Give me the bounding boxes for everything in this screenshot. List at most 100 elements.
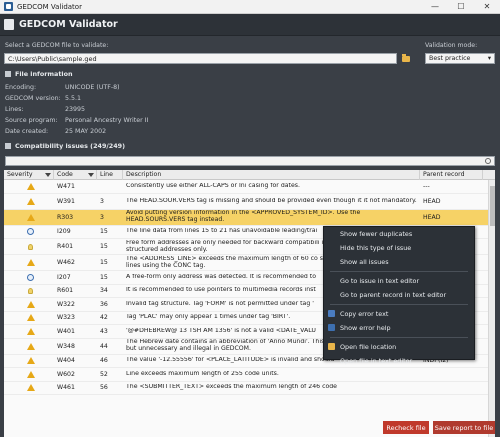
folder-icon [328, 343, 335, 350]
header-code[interactable]: Code [54, 170, 97, 180]
table-row[interactable]: W602 52 Line exceeds maximum length of 255… [4, 368, 495, 382]
copy-icon [328, 310, 335, 317]
warning-icon [26, 357, 35, 365]
line-cell: 15 [100, 273, 108, 281]
header-code-label: Code [57, 171, 73, 178]
warning-icon [26, 314, 35, 322]
context-menu-item[interactable]: Hide this type of issue [324, 241, 474, 255]
save-report-button[interactable]: Save report to file [433, 421, 495, 434]
header-severity[interactable]: Severity [4, 170, 54, 180]
bulb-icon [28, 287, 33, 294]
info-section-icon [5, 71, 11, 77]
vertical-scrollbar[interactable] [488, 180, 495, 437]
menu-separator [330, 271, 468, 272]
context-menu-item[interactable]: Show all issues [324, 255, 474, 269]
validation-mode-select[interactable]: Best practice ▾ [425, 53, 495, 64]
issues-search-input[interactable] [5, 156, 495, 166]
issues-heading-text: Compatibility issues (249/249) [15, 142, 126, 150]
header-line[interactable]: Line [97, 170, 123, 180]
code-cell: W602 [57, 370, 75, 378]
context-menu-item[interactable]: Go to issue in text editor [324, 274, 474, 288]
code-cell: W322 [57, 300, 75, 308]
description-cell: Consistently use either ALL-CAPS or Ini … [126, 182, 300, 189]
warning-icon [26, 182, 35, 190]
window-titlebar: GEDCOM Validator — ☐ ✕ [0, 0, 500, 14]
warning-icon [26, 259, 35, 266]
description-cell: The <SUBMITTER_TEXT> exceeds the maximum… [126, 384, 337, 391]
info-key: Source program: [5, 117, 58, 124]
line-cell: 15 [100, 243, 108, 250]
document-icon [4, 19, 14, 30]
file-path-input[interactable]: C:\Users\Public\sample.ged [4, 53, 397, 64]
table-row[interactable]: W391 3 The HEAD.SOUR.VERS tag is missing a… [4, 194, 495, 210]
header-severity-label: Severity [7, 171, 33, 178]
info-value: 5.5.1 [65, 95, 82, 102]
line-cell: 46 [100, 357, 108, 365]
table-row[interactable]: R303 3 Avoid putting version information i… [4, 209, 495, 226]
file-info-heading: File information [5, 70, 73, 78]
header-description[interactable]: Description [123, 170, 420, 180]
code-cell: W404 [57, 357, 75, 365]
context-menu-item[interactable]: Go to parent record in text editor [324, 288, 474, 302]
code-cell: W461 [57, 384, 75, 392]
header-parent-label: Parent record [423, 171, 465, 178]
context-menu-label: Open file location [340, 343, 397, 351]
context-menu-item[interactable]: Open file in text editor [324, 354, 474, 368]
menu-separator [330, 337, 468, 338]
code-cell: W348 [57, 342, 75, 350]
severity-cell [4, 259, 54, 266]
code-cell: W471 [57, 182, 75, 190]
info-row: GEDCOM version: 5.5.1 [5, 95, 81, 102]
context-menu-item[interactable]: Show fewer duplicates [324, 227, 474, 241]
info-key: GEDCOM version: [5, 95, 61, 102]
parent-cell: HEAD [423, 213, 441, 221]
minimize-button[interactable]: — [422, 0, 448, 14]
code-cell: I207 [57, 273, 71, 281]
table-header: Severity Code Line Description Parent re… [4, 170, 495, 180]
severity-cell [4, 182, 54, 190]
severity-cell [4, 287, 54, 294]
severity-cell [4, 197, 54, 205]
recheck-button[interactable]: Recheck file [383, 421, 429, 434]
warning-icon [26, 327, 35, 335]
parent-cell: HEAD [423, 197, 441, 205]
header-parent[interactable]: Parent record [420, 170, 483, 180]
chevron-down-icon: ▾ [487, 55, 491, 62]
filter-icon[interactable] [88, 172, 94, 177]
help-icon [328, 324, 335, 331]
window-title: GEDCOM Validator [17, 2, 82, 11]
folder-icon [402, 53, 410, 62]
header-line-label: Line [100, 171, 113, 178]
context-menu-item[interactable]: Open file location [324, 340, 474, 354]
issues-section-icon [5, 143, 11, 149]
scroll-thumb[interactable] [490, 186, 495, 226]
table-row[interactable]: W471 Consistently use either ALL-CAPS or … [4, 180, 495, 194]
context-menu-label: Go to issue in text editor [340, 277, 420, 285]
bulb-icon [28, 243, 33, 250]
line-cell: 43 [100, 327, 108, 335]
line-cell: 15 [100, 228, 108, 236]
filter-icon[interactable] [45, 172, 51, 177]
description-cell: The HEAD.SOUR.VERS tag is missing and sh… [126, 197, 417, 204]
line-cell: 44 [100, 342, 108, 350]
info-value: 25 MAY 2002 [65, 128, 107, 135]
app-icon [4, 2, 13, 11]
warning-icon [26, 300, 35, 308]
context-menu-item[interactable]: Copy error text [324, 307, 474, 321]
close-button[interactable]: ✕ [474, 0, 500, 14]
line-cell: 56 [100, 384, 108, 392]
warning-icon [26, 370, 35, 378]
file-info-heading-text: File information [15, 70, 73, 78]
browse-folder-button[interactable] [401, 53, 411, 64]
maximize-button[interactable]: ☐ [448, 0, 474, 14]
code-cell: R401 [57, 243, 74, 250]
severity-cell [4, 370, 54, 378]
table-row[interactable]: W461 56 The <SUBMITTER_TEXT> exceeds the m… [4, 382, 495, 395]
info-row: Lines: 23995 [5, 106, 85, 113]
context-menu-item[interactable]: Show error help [324, 321, 474, 335]
info-key: Date created: [5, 128, 49, 135]
context-menu-label: Show all issues [340, 258, 389, 266]
code-cell: W462 [57, 259, 75, 266]
warning-icon [26, 384, 35, 392]
warning-icon [26, 213, 35, 221]
